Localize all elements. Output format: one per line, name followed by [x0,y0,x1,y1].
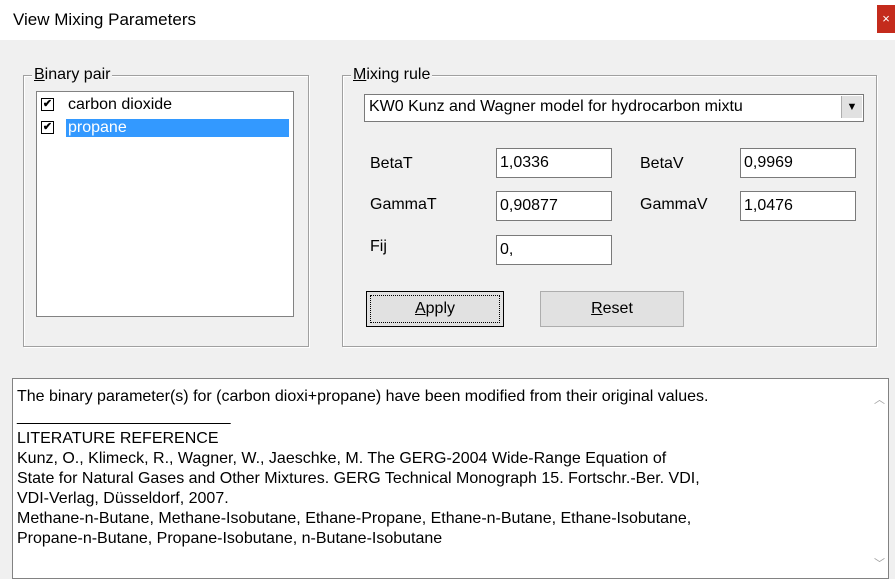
betaT-label: BetaT [370,155,413,172]
fij-field[interactable]: 0, [496,235,612,265]
fij-label: Fij [370,238,387,255]
reset-button[interactable]: Reset [540,291,684,327]
title-bar: View Mixing Parameters × [0,0,895,40]
list-item-label: carbon dioxide [68,96,173,113]
info-line: ________________________ [17,408,231,425]
gammaV-field[interactable]: 1,0476 [740,191,856,221]
mixing-rule-dropdown[interactable]: KW0 Kunz and Wagner model for hydrocarbo… [364,94,864,122]
window-title: View Mixing Parameters [13,10,196,29]
betaT-field[interactable]: 1,0336 [496,148,612,178]
apply-button[interactable]: Apply [366,291,504,327]
info-line: Kunz, O., Klimeck, R., Wagner, W., Jaesc… [17,450,667,467]
list-item-label: propane [66,119,289,137]
vertical-scrollbar[interactable]: ︿ ﹀ [871,379,888,578]
mixing-rule-selected: KW0 Kunz and Wagner model for hydrocarbo… [369,98,743,115]
info-line: VDI-Verlag, Düsseldorf, 2007. [17,490,229,507]
list-item-carbon-dioxide[interactable]: ✔ carbon dioxide [39,94,289,116]
scroll-up-icon[interactable]: ︿ [871,391,888,410]
checkbox-propane[interactable]: ✔ [41,121,54,134]
scroll-down-icon[interactable]: ﹀ [871,555,888,574]
betaV-label: BetaV [640,155,684,172]
info-line: Methane-n-Butane, Methane-Isobutane, Eth… [17,510,692,527]
close-icon: × [882,11,890,26]
binary-pair-legend: Binary pair [32,66,113,84]
close-button[interactable]: × [877,5,895,33]
checkbox-carbon-dioxide[interactable]: ✔ [41,98,54,111]
mixing-rule-legend: Mixing rule [351,66,433,84]
info-line: LITERATURE REFERENCE [17,430,219,447]
info-line: Propane-n-Butane, Propane-Isobutane, n-B… [17,530,443,547]
betaV-field[interactable]: 0,9969 [740,148,856,178]
info-line: The binary parameter(s) for (carbon diox… [17,388,709,405]
gammaT-label: GammaT [370,196,437,213]
gammaT-field[interactable]: 0,90877 [496,191,612,221]
gammaV-label: GammaV [640,196,708,213]
dropdown-arrow-icon[interactable]: ▼ [841,96,862,118]
binary-pair-list[interactable]: ✔ carbon dioxide ✔ propane [36,91,294,317]
info-text-area[interactable]: The binary parameter(s) for (carbon diox… [12,378,889,579]
list-item-propane[interactable]: ✔ propane [39,117,289,139]
info-line: State for Natural Gases and Other Mixtur… [17,470,700,487]
